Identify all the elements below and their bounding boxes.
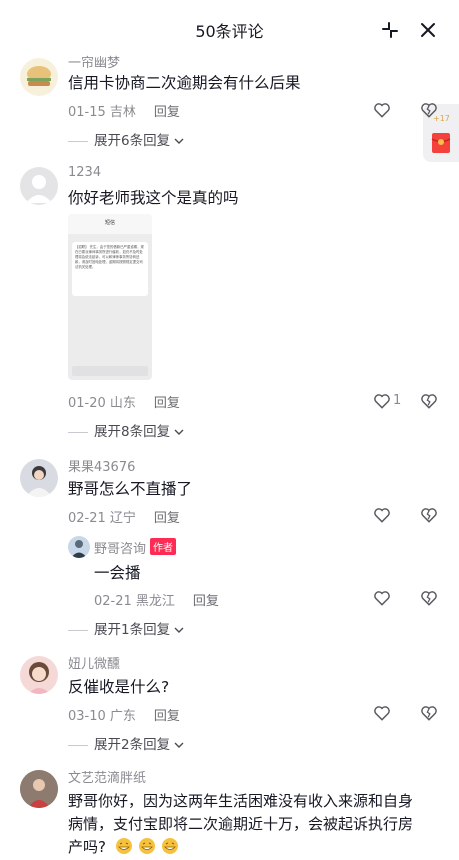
reply-button[interactable]: 回复 <box>154 396 180 411</box>
broken-heart-icon[interactable] <box>419 391 439 411</box>
default-avatar-icon <box>26 175 52 203</box>
reply-button[interactable]: 回复 <box>154 511 180 526</box>
avatar-person-icon <box>26 466 52 497</box>
heart-outline-icon[interactable] <box>372 100 392 120</box>
minimize-icon[interactable] <box>378 18 402 42</box>
grin-emoji-icon <box>162 838 179 854</box>
avatar-burger-icon <box>27 66 51 86</box>
screenshot-message-text: 【招联】 先生，由于您的借款已严重逾期，现在已委派律师事务所进行催收，如仍不及时… <box>75 245 144 269</box>
comment-item: 1234 你好老师我这个是真的吗 短信 【招联】 先生，由于您的借款已严重逾期，… <box>0 165 459 445</box>
broken-heart-icon[interactable] <box>419 703 439 723</box>
screenshot-message: 【招联】 先生，由于您的借款已严重逾期，现在已委派律师事务所进行催收，如仍不及时… <box>72 242 148 296</box>
chevron-down-icon <box>174 742 184 748</box>
chevron-down-icon <box>174 138 184 144</box>
avatar[interactable] <box>20 58 58 96</box>
avatar[interactable] <box>20 459 58 497</box>
comment-meta: 01-15 吉林 回复 <box>68 101 180 120</box>
comment-text: 信用卡协商二次逾期会有什么后果 <box>68 74 301 92</box>
expand-replies-button[interactable]: 展开2条回复 <box>68 733 184 753</box>
comment-meta: 01-20 山东 回复 <box>68 392 180 411</box>
reply-button[interactable]: 回复 <box>154 709 180 724</box>
heart-outline-icon[interactable] <box>372 588 392 608</box>
comment-item: 妞儿微醺 反催收是什么? 03-10 广东 回复 展开2条回复 <box>0 653 459 753</box>
avatar[interactable] <box>20 770 58 808</box>
comment-item: 果果43676 野哥怎么不直播了 02-21 辽宁 回复 野哥咨询 作者 一会播 0… <box>0 456 459 641</box>
expand-replies-label: 展开6条回复 <box>94 133 171 149</box>
comment-meta: 02-21 辽宁 回复 <box>68 507 180 526</box>
comment-username[interactable]: 文艺范滴胖纸 <box>68 767 146 786</box>
comment-meta: 03-10 广东 回复 <box>68 705 180 724</box>
comment-text-line1: 野哥你好，因为这两年生活困难没有收入来源和自身 <box>68 792 414 810</box>
comment-text-line3-row: 产吗? <box>68 836 179 857</box>
comments-header: 50条评论 <box>0 0 459 60</box>
expand-replies-label: 展开2条回复 <box>94 737 171 753</box>
author-badge: 作者 <box>150 538 177 555</box>
expand-replies-label: 展开8条回复 <box>94 424 171 440</box>
comment-text: 野哥怎么不直播了 <box>68 480 193 498</box>
avatar[interactable] <box>20 656 58 694</box>
broken-heart-icon[interactable] <box>419 588 439 608</box>
reply-button[interactable]: 回复 <box>154 105 180 120</box>
comment-image[interactable]: 短信 【招联】 先生，由于您的借款已严重逾期，现在已委派律师事务所进行催收，如仍… <box>68 214 152 380</box>
comment-username[interactable]: 妞儿微醺 <box>68 653 120 672</box>
avatar-person-icon <box>28 662 50 694</box>
chevron-down-icon <box>174 627 184 633</box>
broken-heart-icon[interactable] <box>419 505 439 525</box>
chevron-down-icon <box>174 429 184 435</box>
expand-replies-label: 展开1条回复 <box>94 622 171 638</box>
close-icon[interactable] <box>416 18 440 42</box>
reply-username-text: 野哥咨询 <box>94 542 147 557</box>
comment-text-line2: 病情，支付宝即将二次逾期近十万，会被起诉执行房 <box>68 815 414 833</box>
grin-emoji-icon <box>116 838 133 854</box>
comment-item: 文艺范滴胖纸 野哥你好，因为这两年生活困难没有收入来源和自身 病情，支付宝即将二… <box>0 767 459 860</box>
expand-replies-button[interactable]: 展开1条回复 <box>68 618 184 638</box>
comment-username[interactable]: 一帘幽梦 <box>68 52 120 71</box>
comment-date-location: 01-20 山东 <box>68 396 136 411</box>
expand-replies-button[interactable]: 展开8条回复 <box>68 420 184 440</box>
comment-username[interactable]: 1234 <box>68 165 101 180</box>
comment-text: 你好老师我这个是真的吗 <box>68 189 239 207</box>
grin-emoji-icon <box>139 838 156 854</box>
expand-replies-button[interactable]: 展开6条回复 <box>68 129 184 149</box>
reply-avatar[interactable] <box>68 536 90 558</box>
comment-username[interactable]: 果果43676 <box>68 456 135 475</box>
comment-date-location: 01-15 吉林 <box>68 105 136 120</box>
broken-heart-icon[interactable] <box>419 100 439 120</box>
comment-item: 一帘幽梦 信用卡协商二次逾期会有什么后果 01-15 吉林 回复 展开6条回复 <box>0 52 459 152</box>
screenshot-title: 短信 <box>104 220 115 226</box>
avatar[interactable] <box>20 167 58 205</box>
reply-username[interactable]: 野哥咨询 作者 <box>94 538 177 557</box>
reply-text: 一会播 <box>94 564 141 582</box>
comment-date-location: 02-21 辽宁 <box>68 511 136 526</box>
reply-button[interactable]: 回复 <box>193 594 219 609</box>
comment-text: 反催收是什么? <box>68 678 170 696</box>
heart-outline-icon[interactable] <box>372 391 392 411</box>
comment-text-line3: 产吗? <box>68 838 106 856</box>
heart-outline-icon[interactable] <box>372 703 392 723</box>
reply-date-location: 02-21 黑龙江 <box>94 594 175 609</box>
avatar-person-icon <box>20 770 58 808</box>
avatar-person-icon <box>71 540 87 558</box>
like-count: 1 <box>393 393 402 408</box>
heart-outline-icon[interactable] <box>372 505 392 525</box>
reply-meta: 02-21 黑龙江 回复 <box>94 590 219 609</box>
comment-date-location: 03-10 广东 <box>68 709 136 724</box>
